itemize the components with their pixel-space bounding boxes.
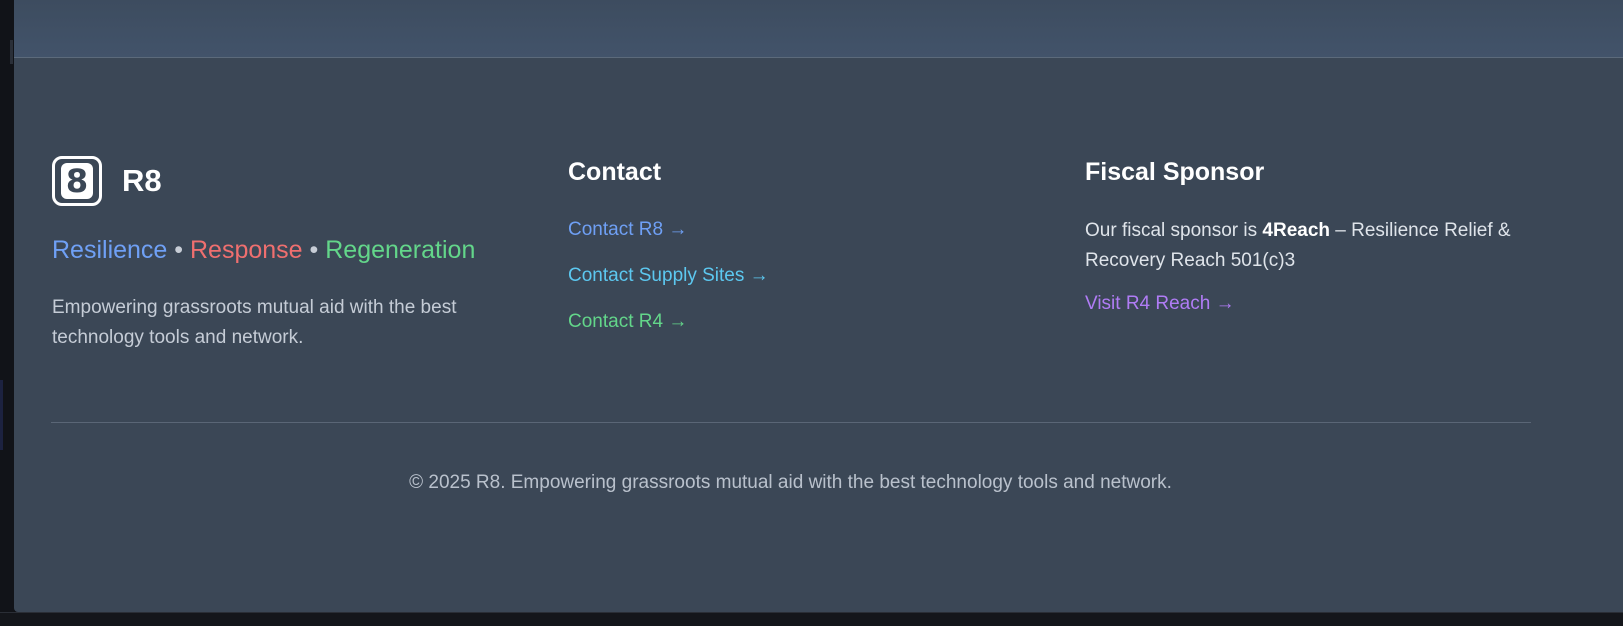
sponsor-name: 4Reach xyxy=(1262,220,1331,241)
logo-glyph: 8 xyxy=(61,163,93,199)
brand-tagline: Resilience • Response • Regeneration xyxy=(52,236,512,265)
visit-r4-reach-link[interactable]: Visit R4 Reach → xyxy=(1085,290,1540,318)
footer-brand-column: 8 R8 Resilience • Response • Regeneratio… xyxy=(52,156,512,353)
brand-name: R8 xyxy=(122,163,162,198)
edge-marker xyxy=(10,40,13,64)
contact-links: Contact R8 → Contact Supply Sites → Cont… xyxy=(568,216,988,336)
tagline-resilience: Resilience xyxy=(52,236,168,264)
sponsor-text-prefix: Our fiscal sponsor is xyxy=(1085,220,1263,241)
tagline-response: Response xyxy=(190,236,303,264)
contact-heading: Contact xyxy=(568,158,662,186)
brand-header[interactable]: 8 R8 xyxy=(52,156,512,206)
contact-r4-link[interactable]: Contact R4 → xyxy=(568,308,988,336)
tagline-separator: • xyxy=(167,236,190,264)
fiscal-sponsor-text: Our fiscal sponsor is 4Reach – Resilienc… xyxy=(1085,216,1540,276)
tagline-separator: • xyxy=(302,236,326,264)
page-content-above-footer xyxy=(14,0,1623,58)
r8-logo-icon: 8 xyxy=(52,156,102,206)
fiscal-sponsor-heading: Fiscal Sponsor xyxy=(1085,158,1265,186)
window-bottom-edge xyxy=(0,612,1623,626)
footer-sponsor-column: Fiscal Sponsor Our fiscal sponsor is 4Re… xyxy=(1085,156,1540,318)
copyright-text: © 2025 R8. Empowering grassroots mutual … xyxy=(409,472,1172,493)
contact-supply-sites-link[interactable]: Contact Supply Sites → xyxy=(568,262,988,290)
contact-r8-link[interactable]: Contact R8 → xyxy=(568,216,988,244)
edge-marker xyxy=(0,380,3,450)
brand-description: Empowering grassroots mutual aid with th… xyxy=(52,297,457,348)
footer-divider xyxy=(51,422,1531,423)
footer-contact-column: Contact Contact R8 → Contact Supply Site… xyxy=(568,156,988,354)
window-left-edge xyxy=(0,0,14,625)
tagline-regeneration: Regeneration xyxy=(325,236,476,264)
